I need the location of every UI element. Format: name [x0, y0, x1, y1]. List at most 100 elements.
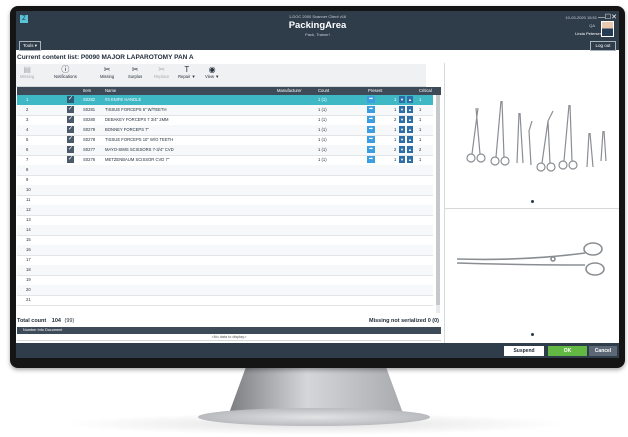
decrement-icon[interactable]: ▼ — [399, 106, 405, 113]
table-row[interactable]: 21 — [17, 295, 433, 306]
move-arrow-icon[interactable]: ➡ — [367, 126, 375, 133]
present-value: 2 — [394, 117, 397, 122]
move-arrow-icon[interactable]: ➡ — [367, 146, 375, 153]
col-name[interactable]: Name — [105, 87, 116, 95]
missing-label: Missing not serialized — [369, 318, 427, 324]
content-list-title: Current content list: P0090 MAJOR LAPARO… — [17, 54, 194, 61]
row-checkbox[interactable]: ✓ — [67, 126, 74, 133]
suspend-button[interactable]: Suspend — [504, 346, 544, 356]
toolbar-surplus-button[interactable]: ✂ Surplus — [128, 65, 142, 79]
item-count: 1 (1) — [318, 147, 327, 152]
critical-value: 1 — [419, 107, 422, 112]
move-arrow-icon[interactable]: ➡ — [367, 136, 375, 143]
row-number: 4 — [26, 127, 29, 132]
col-present[interactable]: Present — [368, 87, 382, 95]
image-page-indicator-2[interactable] — [531, 333, 534, 336]
increment-icon[interactable]: ▲ — [407, 116, 413, 123]
row-checkbox[interactable]: ✓ — [67, 136, 74, 143]
avatar — [601, 21, 614, 37]
hammer-icon: T — [184, 65, 190, 74]
ok-button[interactable]: OK — [548, 346, 587, 356]
move-arrow-icon[interactable]: ➡ — [367, 116, 375, 123]
item-name: METZENBAUM SCISSOR CVD 7" — [105, 157, 170, 162]
instrument-image-set[interactable] — [444, 63, 619, 209]
item-code: S0277 — [83, 147, 96, 152]
total-count-paren: (99) — [64, 318, 75, 324]
cancel-button[interactable]: Cancel — [589, 346, 617, 356]
item-code: S0281 — [83, 107, 96, 112]
content-grid: Item Name Manufacturer Count Present Cri… — [17, 87, 441, 314]
missing-value: 0 (0) — [427, 318, 439, 324]
row-checkbox[interactable]: ✓ — [67, 116, 74, 123]
tools-menu-button[interactable]: Tools ▾ — [19, 41, 41, 51]
decrement-icon[interactable]: ▼ — [399, 136, 405, 143]
toolbar-replace-button[interactable]: ✂ Replace — [154, 65, 169, 79]
decrement-icon[interactable]: ▼ — [399, 116, 405, 123]
row-number: 1 — [26, 97, 29, 102]
increment-icon[interactable]: ▲ — [407, 156, 413, 163]
decrement-icon[interactable]: ▼ — [399, 156, 405, 163]
col-critical[interactable]: Critical — [419, 87, 432, 95]
row-number: 9 — [26, 177, 29, 182]
critical-value: 1 — [419, 127, 422, 132]
row-number: 17 — [26, 257, 31, 262]
image-page-indicator[interactable] — [531, 200, 534, 203]
col-count[interactable]: Count — [318, 87, 329, 95]
scissors-icon: ✂ — [158, 65, 166, 74]
decrement-icon[interactable]: ▼ — [399, 96, 405, 103]
toolbar-button-label: Notifications — [54, 74, 77, 79]
decrement-icon[interactable]: ▼ — [399, 126, 405, 133]
toolbar-button-label: Missing — [20, 74, 35, 79]
row-checkbox[interactable]: ✓ — [67, 146, 74, 153]
document-columns[interactable]: Number Info Document — [23, 328, 62, 332]
increment-icon[interactable]: ▲ — [407, 126, 413, 133]
toolbar-button-label: Missing — [100, 74, 115, 79]
col-item[interactable]: Item — [83, 87, 91, 95]
increment-icon[interactable]: ▲ — [407, 136, 413, 143]
row-number: 15 — [26, 237, 31, 242]
present-value: 1 — [394, 157, 397, 162]
toolbar-missing-button[interactable]: ✂ Missing — [100, 65, 114, 79]
row-number: 3 — [26, 117, 29, 122]
item-code: S0279 — [83, 127, 96, 132]
total-count-value: 104 — [51, 318, 61, 324]
item-count: 1 (1) — [318, 137, 327, 142]
client-version: 1-DOC 2000 Scanner Client v16 — [288, 14, 347, 19]
close-icon[interactable]: ✕ — [611, 14, 617, 21]
grid-scrollbar-thumb[interactable] — [436, 95, 440, 305]
move-arrow-icon[interactable]: ➡ — [367, 156, 375, 163]
instrument-detail-image[interactable] — [444, 209, 619, 343]
row-number: 6 — [26, 147, 29, 152]
present-value: 2 — [394, 147, 397, 152]
row-checkbox[interactable]: ✓ — [67, 106, 74, 113]
scissors-icon: ✂ — [103, 65, 111, 74]
move-arrow-icon[interactable]: ➡ — [367, 106, 375, 113]
increment-icon[interactable]: ▲ — [407, 96, 413, 103]
row-checkbox[interactable]: ✓ — [67, 156, 74, 163]
increment-icon[interactable]: ▲ — [407, 146, 413, 153]
user-name: Linda Petersen — [575, 31, 602, 36]
toolbar-repair-button[interactable]: T Repair ▼ — [178, 65, 196, 79]
item-count: 1 (1) — [318, 107, 327, 112]
increment-icon[interactable]: ▲ — [407, 106, 413, 113]
row-checkbox[interactable]: ✓ — [67, 96, 74, 103]
toolbar-notifications-button[interactable]: ⓘ Notifications — [54, 65, 77, 79]
total-count-label: Total count — [17, 318, 47, 324]
col-manufacturer[interactable]: Manufacturer — [277, 87, 302, 95]
move-arrow-icon[interactable]: ➡ — [367, 96, 375, 103]
no-data-message: <No data to display> — [17, 334, 441, 341]
footer-bar: Suspend OK Cancel — [16, 343, 619, 358]
critical-value: 2 — [419, 147, 422, 152]
row-number: 11 — [26, 197, 31, 202]
item-count: 1 (1) — [318, 157, 327, 162]
row-number: 10 — [26, 187, 31, 192]
maximize-icon[interactable]: ☐ — [605, 14, 611, 21]
datetime: 10-03-2020 15:51 — [565, 15, 597, 20]
info-icon: ⓘ — [61, 65, 70, 74]
row-number: 20 — [26, 287, 31, 292]
logout-button[interactable]: Log out — [590, 41, 616, 51]
totals-bar: Total count 104 (99) Missing not seriali… — [17, 316, 441, 326]
toolbar-missing-button[interactable]: ▤ Missing — [20, 65, 34, 79]
decrement-icon[interactable]: ▼ — [399, 146, 405, 153]
toolbar-view-button[interactable]: ◉ View ▼ — [205, 65, 219, 79]
